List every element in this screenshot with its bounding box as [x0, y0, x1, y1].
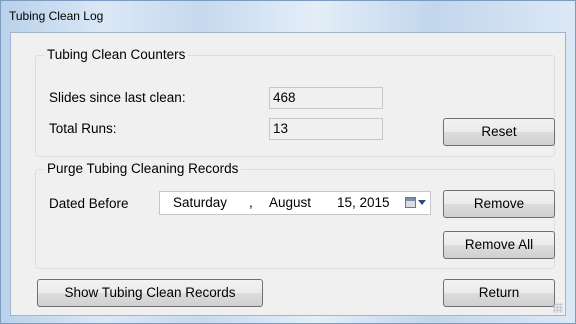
resize-grip-icon[interactable]	[553, 303, 563, 313]
tubing-clean-log-window: Tubing Clean Log Tubing Clean Counters S…	[0, 0, 576, 324]
date-dropdown-button[interactable]	[403, 195, 427, 211]
return-button[interactable]: Return	[443, 279, 555, 307]
date-separator: ,	[249, 195, 253, 210]
calendar-icon	[405, 197, 416, 208]
reset-button[interactable]: Reset	[443, 118, 555, 146]
title-bar[interactable]: Tubing Clean Log	[1, 1, 575, 32]
remove-button[interactable]: Remove	[443, 190, 555, 218]
total-runs-value: 13	[269, 118, 383, 140]
show-tubing-clean-records-button[interactable]: Show Tubing Clean Records	[37, 279, 263, 307]
slides-since-clean-label: Slides since last clean:	[49, 90, 186, 105]
date-day-year[interactable]: 15, 2015	[337, 192, 390, 214]
purge-records-group-title: Purge Tubing Cleaning Records	[44, 161, 242, 177]
counters-group-title: Tubing Clean Counters	[44, 47, 189, 63]
dated-before-label: Dated Before	[49, 196, 129, 211]
remove-all-button[interactable]: Remove All	[443, 231, 555, 259]
date-month[interactable]: August	[269, 192, 311, 214]
dialog-client-area: Tubing Clean Counters Slides since last …	[10, 32, 566, 316]
window-title: Tubing Clean Log	[9, 9, 104, 23]
dated-before-date-picker[interactable]: Saturday , August 15, 2015	[159, 191, 431, 215]
date-weekday[interactable]: Saturday	[173, 192, 227, 214]
total-runs-label: Total Runs:	[49, 121, 117, 136]
chevron-down-icon	[418, 200, 426, 205]
slides-since-clean-value: 468	[269, 87, 383, 109]
